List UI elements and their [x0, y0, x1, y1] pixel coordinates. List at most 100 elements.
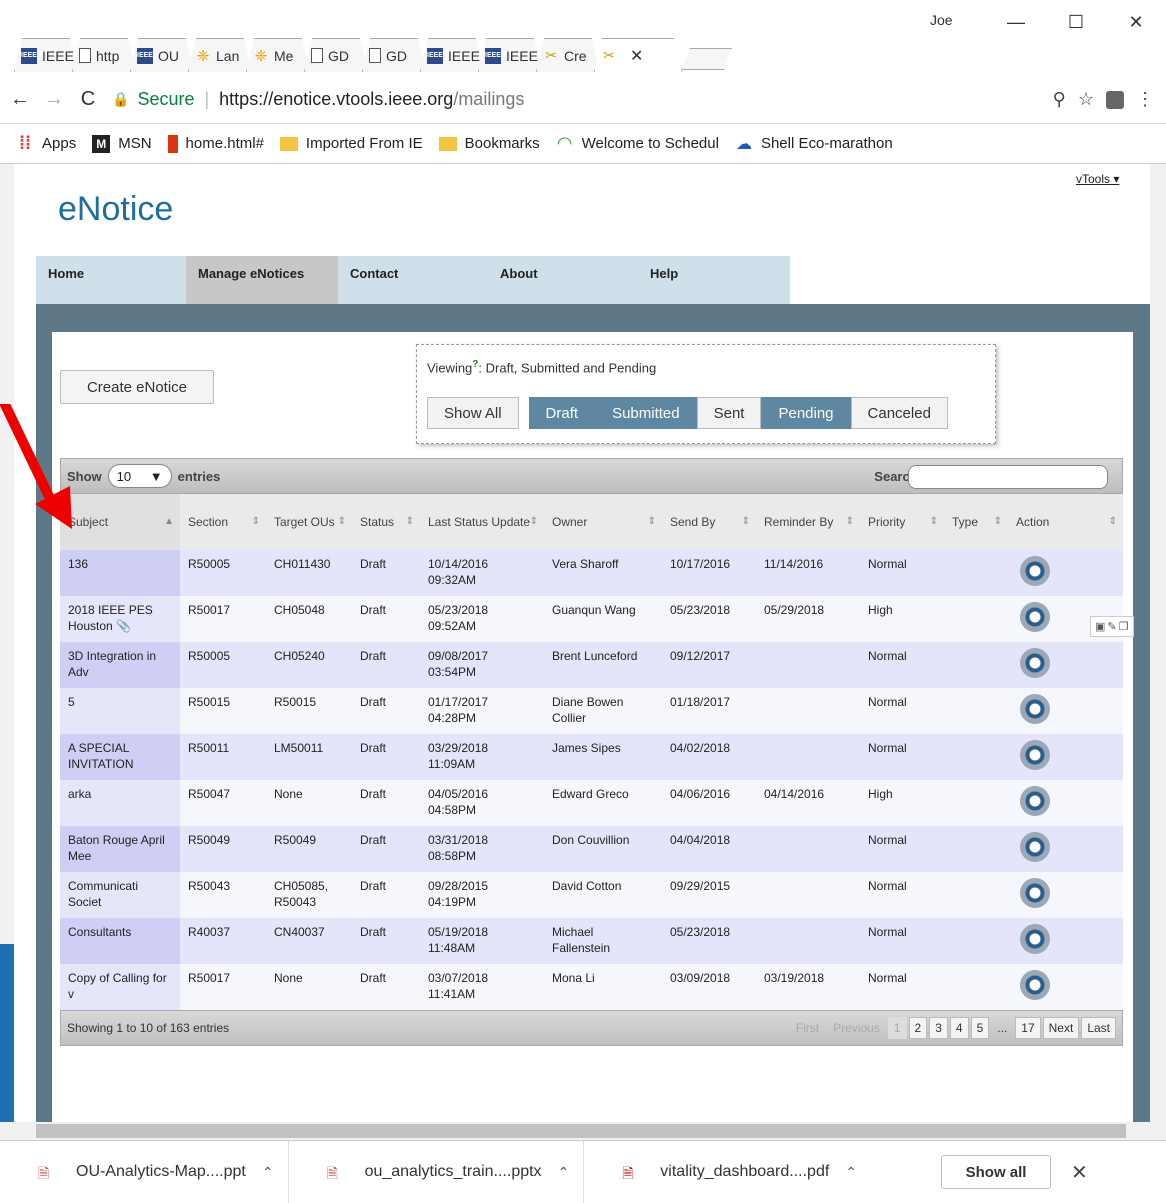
bookmark-shell[interactable]: ☁ Shell Eco-marathon — [735, 135, 893, 153]
table-cell[interactable]: 136 — [60, 550, 180, 596]
download-item[interactable]: 🗎 OU-Analytics-Map....ppt ⌃ — [0, 1140, 289, 1203]
table-row[interactable]: 3D Integration in Adv R50005 CH05240 Draft 0… — [60, 642, 1123, 688]
close-window-button[interactable]: ✕ — [1106, 12, 1166, 33]
table-row[interactable]: 2018 IEEE PES Houston 📎 R50017 CH05048 Draf… — [60, 596, 1123, 642]
table-row[interactable]: arka R50047 None Draft 04/05/2016 04:58PM Edw… — [60, 780, 1123, 826]
page-link[interactable]: First — [790, 1017, 825, 1039]
search-input[interactable] — [908, 465, 1108, 489]
table-cell[interactable]: Consultants — [60, 918, 180, 964]
scrollbar-thumb[interactable] — [36, 1124, 1126, 1138]
browser-tab[interactable]: IEEE IEEE — [14, 38, 78, 72]
column-header[interactable]: Last Status Update ⇕ — [420, 494, 544, 550]
page-link[interactable]: 5 — [970, 1017, 990, 1039]
close-tab-icon[interactable]: ✕ — [630, 46, 643, 66]
browser-tab[interactable]: IEEE OU — [130, 38, 194, 72]
table-row[interactable]: 136 R50005 CH011430 Draft 10/14/2016 09:32AM… — [60, 550, 1123, 596]
entries-select[interactable]: 10 ▼ — [107, 464, 172, 488]
browser-tab[interactable]: http — [72, 38, 136, 72]
view-icon[interactable]: ▣ — [1095, 620, 1105, 633]
horizontal-scrollbar[interactable] — [0, 1122, 1166, 1140]
vtools-menu[interactable]: vTools ▾ — [1076, 172, 1119, 186]
page-link[interactable]: 3 — [929, 1017, 948, 1039]
table-cell[interactable]: Communicati Societ — [60, 872, 180, 918]
table-cell[interactable]: A SPECIAL INVITATION — [60, 734, 180, 780]
filter-draft[interactable]: Draft — [528, 397, 596, 429]
table-row[interactable]: Copy of Calling for v R50017 None Draft 03/0… — [60, 964, 1123, 1010]
nav-contact[interactable]: Contact — [338, 256, 488, 304]
nav-help[interactable]: Help — [638, 256, 790, 304]
page-link[interactable]: Next — [1042, 1017, 1080, 1039]
gear-icon[interactable] — [1020, 602, 1050, 632]
gear-icon[interactable] — [1020, 740, 1050, 770]
table-row[interactable]: Baton Rouge April Mee R50049 R50049 Draft 03… — [60, 826, 1123, 872]
url-field[interactable]: 🔒 Secure | https://enotice.vtools.ieee.o… — [112, 82, 1053, 118]
bookmark-bookmarks[interactable]: Bookmarks — [438, 135, 540, 152]
column-header[interactable]: Reminder By ⇕ — [756, 494, 860, 550]
minimize-button[interactable]: — — [986, 12, 1046, 33]
page-link[interactable]: ... — [991, 1017, 1013, 1039]
table-cell[interactable]: arka — [60, 780, 180, 826]
browser-tab[interactable]: ❈ Lan — [188, 38, 252, 72]
forward-button[interactable]: → — [40, 88, 68, 111]
filter-sent[interactable]: Sent — [696, 397, 762, 429]
vertical-scrollbar[interactable] — [1150, 164, 1166, 1122]
browser-tab[interactable]: ❈ Me — [246, 38, 310, 72]
reload-button[interactable]: C — [74, 88, 102, 111]
table-cell[interactable]: 2018 IEEE PES Houston 📎 — [60, 596, 180, 642]
table-row[interactable]: Consultants R40037 CN40037 Draft 05/19/2018 … — [60, 918, 1123, 964]
nav-manage-enotices[interactable]: Manage eNotices — [186, 256, 338, 304]
bookmark-apps[interactable]: ⁞⁞ Apps — [16, 133, 76, 153]
column-header[interactable]: Target OUs ⇕ — [266, 494, 352, 550]
browser-tab[interactable]: IEEE IEEE — [478, 38, 542, 72]
table-cell[interactable]: Baton Rouge April Mee — [60, 826, 180, 872]
extension-icon[interactable] — [1106, 90, 1124, 109]
column-header[interactable]: Section ⇕ — [180, 494, 266, 550]
browser-tab[interactable]: IEEE IEEE — [420, 38, 484, 72]
chevron-up-icon[interactable]: ⌃ — [845, 1164, 857, 1181]
new-tab-button[interactable] — [682, 48, 732, 70]
show-all-downloads-button[interactable]: Show all — [941, 1155, 1052, 1189]
table-cell[interactable]: 5 — [60, 688, 180, 734]
column-header[interactable]: Action ⇕ — [1008, 494, 1123, 550]
filter-canceled[interactable]: Canceled — [850, 397, 948, 429]
filter-show-all[interactable]: Show All — [427, 397, 519, 429]
table-cell[interactable]: 3D Integration in Adv — [60, 642, 180, 688]
download-item[interactable]: 🗎 ou_analytics_train....pptx ⌃ — [289, 1140, 585, 1203]
profile-name[interactable]: Joe — [930, 12, 953, 28]
page-link[interactable]: Last — [1081, 1017, 1116, 1039]
download-item[interactable]: 🗎 vitality_dashboard....pdf ⌃ — [584, 1141, 871, 1203]
zoom-icon[interactable]: ⚲ — [1053, 89, 1066, 110]
copy-icon[interactable]: ❐ — [1119, 620, 1129, 633]
table-row[interactable]: Communicati Societ R50043 CH05085, R50043 D… — [60, 872, 1123, 918]
bookmark-home[interactable]: home.html# — [167, 134, 264, 153]
gear-icon[interactable] — [1020, 832, 1050, 862]
chevron-up-icon[interactable]: ⌃ — [262, 1164, 274, 1181]
back-button[interactable]: ← — [6, 88, 34, 111]
gear-icon[interactable] — [1020, 970, 1050, 1000]
page-link[interactable]: Previous — [827, 1017, 886, 1039]
nav-about[interactable]: About — [488, 256, 638, 304]
filter-submitted[interactable]: Submitted — [595, 397, 697, 429]
chevron-up-icon[interactable]: ⌃ — [558, 1164, 570, 1181]
page-link[interactable]: 4 — [949, 1017, 969, 1039]
page-link[interactable]: 2 — [908, 1017, 928, 1039]
gear-icon[interactable] — [1020, 878, 1050, 908]
column-header[interactable]: Owner ⇕ — [544, 494, 662, 550]
table-row[interactable]: 5 R50015 R50015 Draft 01/17/2017 04:28PM Dian… — [60, 688, 1123, 734]
table-cell[interactable]: Copy of Calling for v — [60, 964, 180, 1010]
gear-icon[interactable] — [1020, 786, 1050, 816]
close-icon[interactable]: ✕ — [1071, 1160, 1088, 1185]
gear-icon[interactable] — [1020, 648, 1050, 678]
create-enotice-button[interactable]: Create eNotice — [60, 370, 214, 404]
column-header[interactable]: Send By ⇕ — [662, 494, 756, 550]
menu-icon[interactable]: ⋮ — [1136, 89, 1154, 110]
browser-tab[interactable]: GD — [362, 38, 426, 72]
browser-tab[interactable]: ✂ ✕ — [594, 38, 682, 72]
column-header[interactable]: Priority ⇕ — [860, 494, 944, 550]
column-header[interactable]: Status ⇕ — [352, 494, 420, 550]
page-link[interactable]: 1 — [887, 1017, 907, 1039]
browser-tab[interactable]: GD — [304, 38, 368, 72]
bookmark-imported[interactable]: Imported From IE — [279, 135, 423, 152]
page-link[interactable]: 17 — [1015, 1017, 1041, 1039]
column-header[interactable]: Type ⇕ — [944, 494, 1008, 550]
